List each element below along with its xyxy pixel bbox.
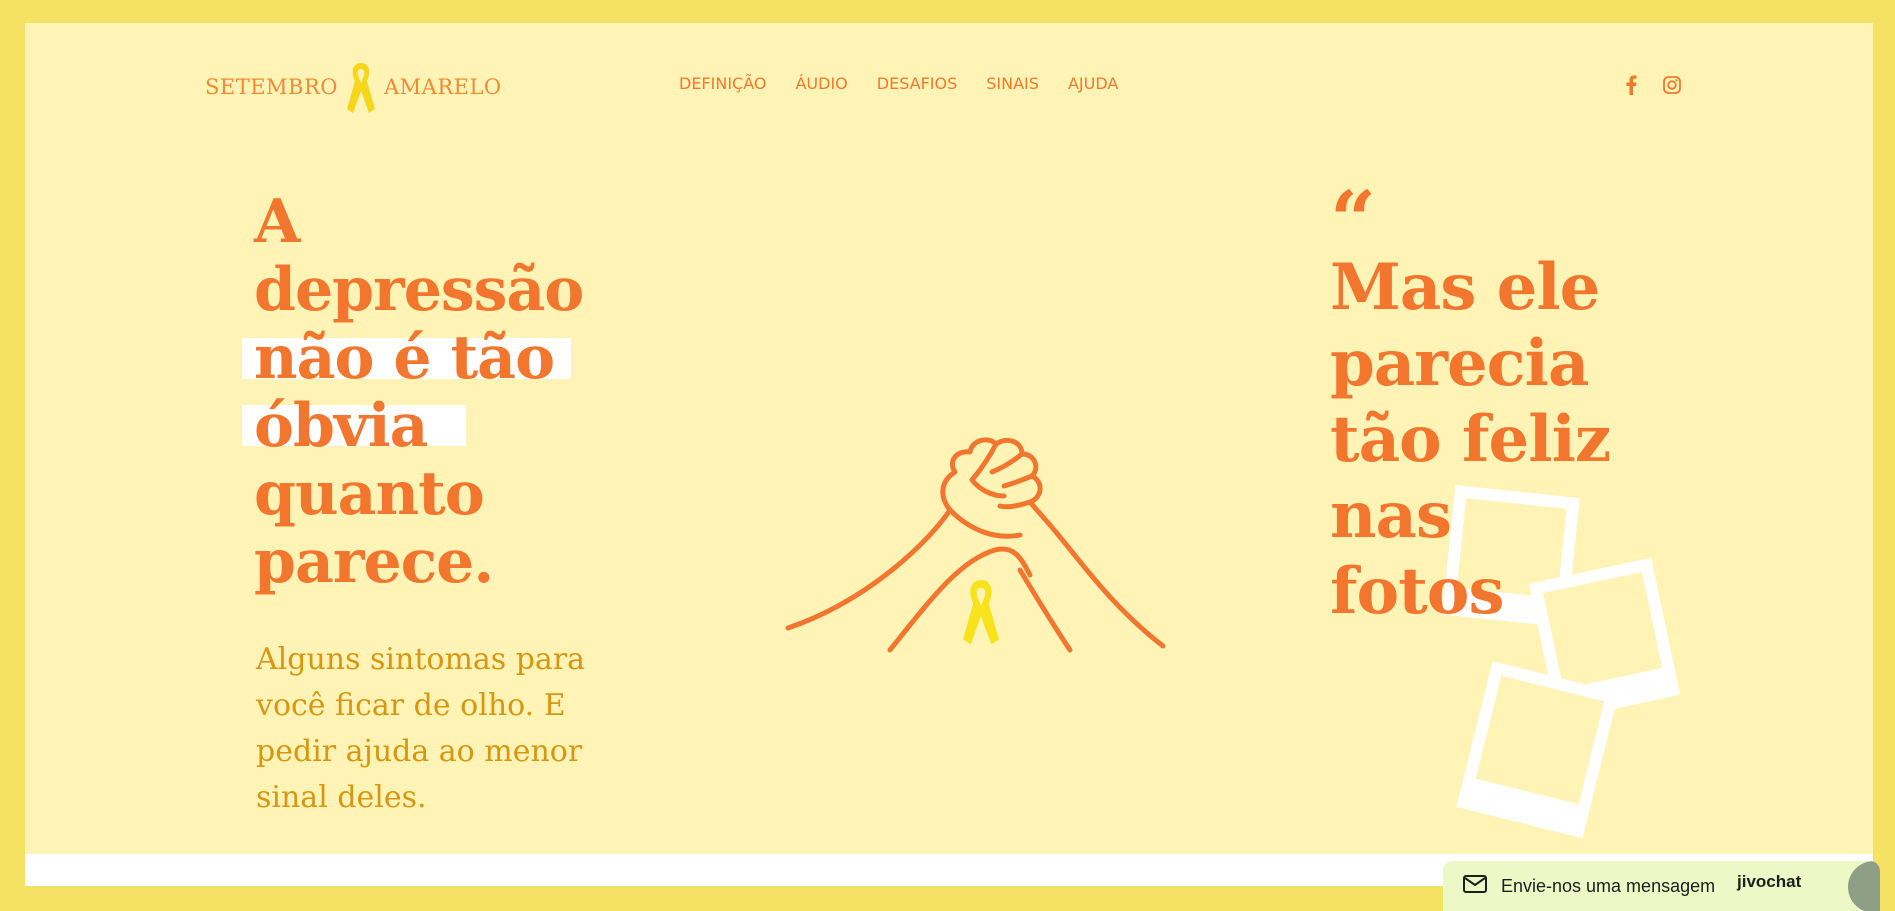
quote-line: nas (1330, 478, 1452, 553)
envelope-icon (1463, 875, 1487, 897)
logo-text-left: SETEMBRO (205, 75, 339, 99)
hero-subtext: Alguns sintomas para você ficar de olho.… (256, 642, 586, 815)
headline-line: parece. (254, 527, 494, 597)
quote-line: Mas ele (1330, 250, 1600, 325)
headline-line: depressão (254, 255, 584, 325)
yellow-ribbon-icon (963, 580, 999, 645)
quote-mark: “ (1330, 173, 1377, 267)
logo-text-right: AMARELO (384, 75, 502, 99)
headline-line: não é tão (254, 323, 555, 393)
nav-item-sinais[interactable]: SINAIS (986, 74, 1039, 93)
nav-item-audio[interactable]: ÁUDIO (795, 74, 847, 93)
chat-brand-logo: jivochat (1737, 872, 1802, 891)
headline-line: óbvia (254, 391, 429, 461)
hero-quote: Mas ele parecia tão feliz nas fotos (1330, 250, 1690, 630)
social-links (1625, 75, 1681, 99)
nav-item-desafios[interactable]: DESAFIOS (877, 74, 958, 93)
facebook-icon[interactable] (1625, 75, 1637, 99)
instagram-icon[interactable] (1663, 76, 1681, 98)
quote-line: tão feliz (1330, 402, 1611, 477)
headline-line: quanto (254, 459, 485, 529)
site-logo[interactable]: SETEMBRO AMARELO (205, 47, 502, 127)
clasped-hands-illustration (760, 410, 1200, 664)
quote-line: fotos (1330, 554, 1504, 629)
chat-label: Envie-nos uma mensagem (1501, 875, 1716, 896)
chat-avatar (1848, 861, 1880, 911)
hero-headline: A depressão não é tão óbvia quanto parec… (254, 188, 674, 596)
main-nav: DEFINIÇÃO ÁUDIO DESAFIOS SINAIS AJUDA (679, 74, 1118, 93)
quote-line: parecia (1330, 326, 1589, 401)
yellow-ribbon-icon (344, 59, 378, 115)
headline-line: A (254, 187, 301, 257)
nav-item-definicao[interactable]: DEFINIÇÃO (679, 74, 766, 93)
chat-widget-button[interactable]: Envie-nos uma mensagem jivochat (1443, 861, 1880, 911)
nav-item-ajuda[interactable]: AJUDA (1068, 74, 1118, 93)
